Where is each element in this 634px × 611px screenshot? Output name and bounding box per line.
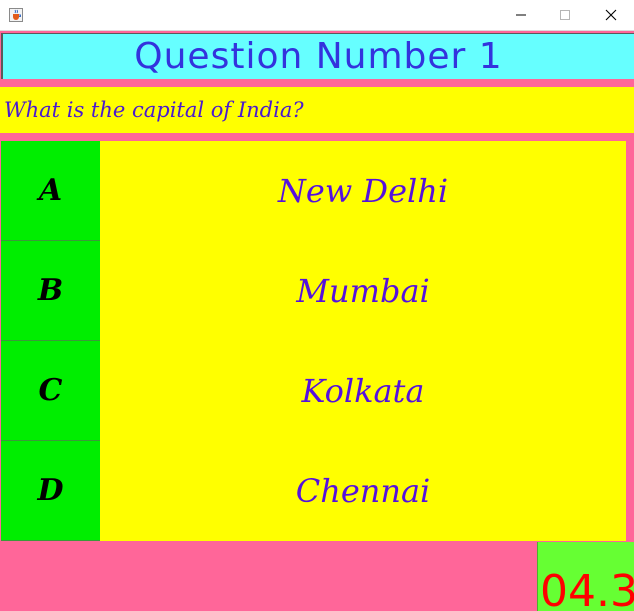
java-cup-icon [9, 7, 23, 22]
options-panel: A New Delhi B Mumbai C Kolkata D Chennai [1, 141, 626, 541]
close-icon [605, 6, 617, 25]
option-a[interactable]: A New Delhi [1, 141, 626, 241]
option-c-text[interactable]: Kolkata [100, 341, 626, 441]
timer-value: 04.3 [540, 566, 634, 611]
option-d[interactable]: D Chennai [1, 441, 626, 541]
minimize-button[interactable] [498, 0, 544, 30]
maximize-button[interactable] [542, 0, 588, 30]
close-button[interactable] [588, 0, 634, 30]
option-b[interactable]: B Mumbai [1, 241, 626, 341]
maximize-icon [559, 6, 571, 25]
option-a-letter-button[interactable]: A [1, 141, 100, 241]
option-b-text[interactable]: Mumbai [100, 241, 626, 341]
option-b-letter-button[interactable]: B [1, 241, 100, 341]
question-number-header: Question Number 1 [1, 33, 634, 79]
countdown-timer: 04.3 [537, 542, 634, 611]
option-d-letter-button[interactable]: D [1, 441, 100, 541]
option-d-text[interactable]: Chennai [100, 441, 626, 541]
option-c[interactable]: C Kolkata [1, 341, 626, 441]
question-text: What is the capital of India? [0, 87, 634, 133]
option-c-letter-button[interactable]: C [1, 341, 100, 441]
option-a-text[interactable]: New Delhi [100, 141, 626, 241]
minimize-icon [515, 6, 527, 25]
window-titlebar [0, 0, 634, 31]
